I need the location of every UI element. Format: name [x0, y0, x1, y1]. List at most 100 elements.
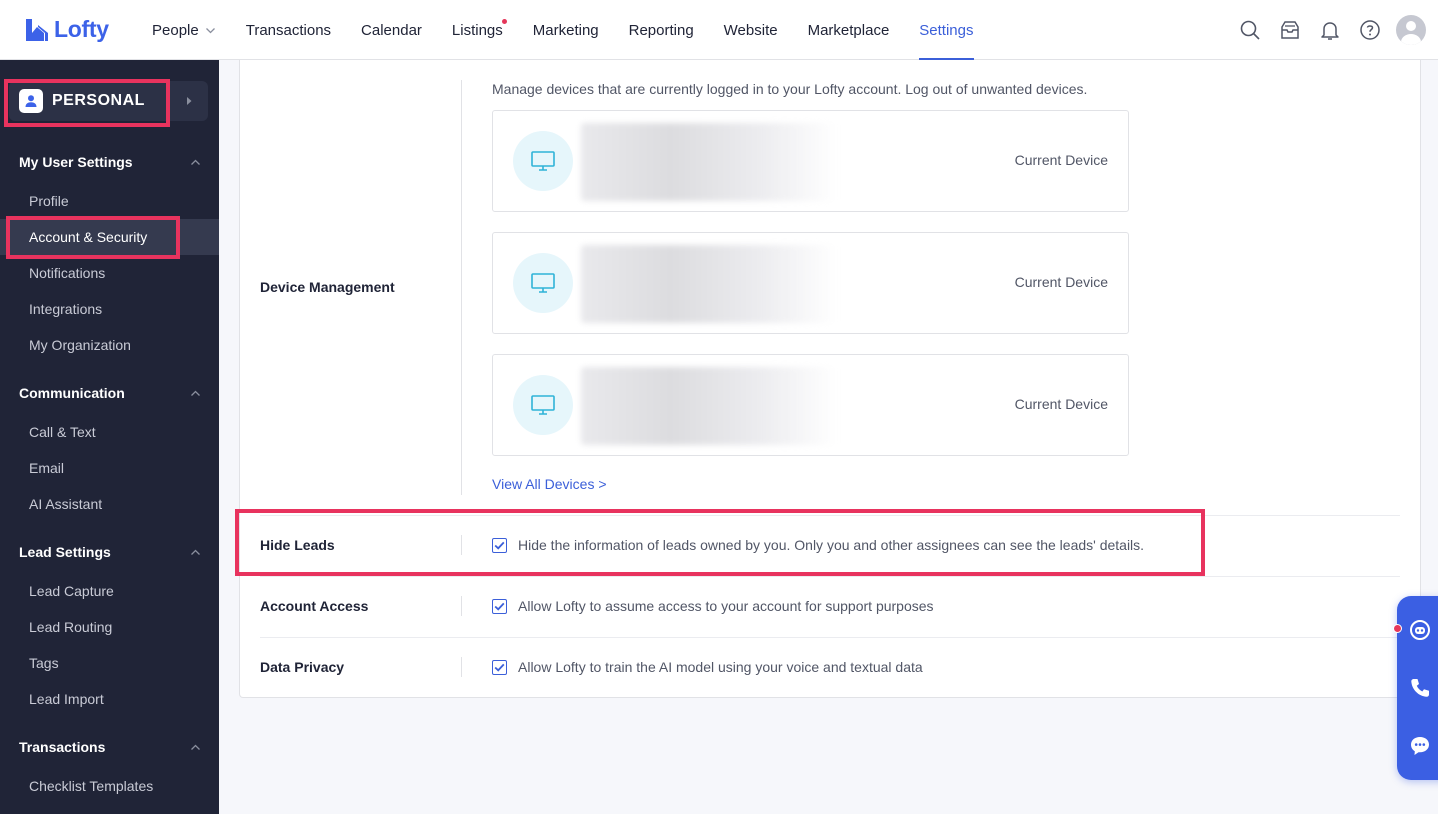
- top-navbar: Lofty People Transactions Calendar Listi…: [0, 0, 1438, 61]
- data-privacy-label: Data Privacy: [260, 659, 345, 675]
- sidebar-item-lead-import[interactable]: Lead Import: [0, 681, 219, 717]
- sidebar-item-label: Lead Import: [29, 691, 104, 707]
- row-divider: [461, 535, 462, 555]
- nav-calendar[interactable]: Calendar: [346, 0, 437, 60]
- nav-calendar-label: Calendar: [361, 21, 422, 39]
- nav-marketing-label: Marketing: [532, 21, 599, 39]
- row-separator: [260, 576, 1400, 577]
- sidebar-item-checklist-templates[interactable]: Checklist Templates: [0, 768, 219, 804]
- sidebar-item-label: Email: [29, 460, 65, 476]
- phone-icon[interactable]: [1408, 676, 1432, 700]
- view-all-devices-link[interactable]: View All Devices >: [492, 476, 607, 492]
- chat-icon[interactable]: [1408, 734, 1432, 758]
- sidebar-item-label: Notifications: [29, 265, 106, 281]
- persona-button[interactable]: PERSONAL: [9, 81, 166, 121]
- sidebar-item-label: Lead Capture: [29, 583, 114, 599]
- chevron-up-icon[interactable]: [190, 742, 201, 753]
- nav-marketing[interactable]: Marketing: [518, 0, 614, 60]
- row-divider: [461, 657, 462, 677]
- sidebar-item-notifications[interactable]: Notifications: [0, 255, 219, 291]
- monitor-icon: [513, 253, 573, 313]
- device-info-redacted: [581, 367, 837, 445]
- account-access-text: Allow Lofty to assume access to your acc…: [518, 598, 934, 614]
- nav-settings[interactable]: Settings: [904, 0, 988, 61]
- chevron-down-icon: [205, 27, 215, 33]
- inbox-icon[interactable]: [1270, 10, 1310, 50]
- sidebar-item-integrations[interactable]: Integrations: [0, 291, 219, 327]
- sidebar-item-my-organization[interactable]: My Organization: [0, 327, 219, 363]
- sidebar-item-call-text[interactable]: Call & Text: [0, 414, 219, 450]
- nav-marketplace-label: Marketplace: [807, 21, 890, 39]
- logo-text: Lofty: [54, 16, 109, 42]
- group-lead-settings[interactable]: Lead Settings: [19, 544, 111, 560]
- section-divider: [461, 80, 462, 495]
- monitor-icon: [513, 375, 573, 435]
- persona-expand-button[interactable]: [168, 81, 208, 121]
- hide-leads-text: Hide the information of leads owned by y…: [518, 537, 1145, 553]
- nav-reporting[interactable]: Reporting: [614, 0, 709, 60]
- nav-marketplace[interactable]: Marketplace: [793, 0, 905, 60]
- account-access-label: Account Access: [260, 598, 369, 614]
- sidebar-item-label: Checklist Templates: [29, 778, 154, 794]
- account-access-checkbox[interactable]: [492, 599, 507, 614]
- sidebar-item-label: Integrations: [29, 301, 103, 317]
- sidebar-item-label: Call & Text: [29, 424, 96, 440]
- search-icon[interactable]: [1230, 10, 1270, 50]
- caret-right-icon: [186, 97, 191, 105]
- sidebar-item-account-security[interactable]: Account & Security: [0, 219, 219, 255]
- hide-leads-checkbox[interactable]: [492, 538, 507, 553]
- persona-switcher: PERSONAL: [9, 81, 208, 121]
- chevron-up-icon[interactable]: [190, 157, 201, 168]
- nav-transactions[interactable]: Transactions: [231, 0, 346, 60]
- data-privacy-checkbox[interactable]: [492, 660, 507, 675]
- nav-people[interactable]: People: [137, 0, 231, 60]
- settings-sidebar: PERSONAL My User Settings Profile Accoun…: [0, 60, 219, 814]
- checkmark-icon: [494, 541, 505, 550]
- nav-website-label: Website: [723, 21, 778, 39]
- device-info-redacted: [581, 123, 837, 201]
- checkmark-icon: [494, 602, 505, 611]
- nav-listings-label: Listings: [451, 21, 503, 39]
- sidebar-item-email[interactable]: Email: [0, 450, 219, 486]
- notification-dot: [501, 19, 507, 24]
- group-communication[interactable]: Communication: [19, 385, 125, 401]
- sidebar-item-label: Tags: [29, 655, 59, 671]
- sidebar-item-lead-routing[interactable]: Lead Routing: [0, 609, 219, 645]
- sidebar-item-label: AI Assistant: [29, 496, 103, 512]
- row-divider: [461, 596, 462, 616]
- sidebar-item-ai-assistant[interactable]: AI Assistant: [0, 486, 219, 522]
- top-right-icons: [1230, 0, 1438, 60]
- group-my-user-settings[interactable]: My User Settings: [19, 154, 133, 170]
- monitor-icon: [513, 131, 573, 191]
- row-separator: [260, 515, 1400, 516]
- nav-website[interactable]: Website: [709, 0, 793, 60]
- support-widget: [1397, 596, 1438, 780]
- sidebar-item-profile[interactable]: Profile: [0, 183, 219, 219]
- bell-icon[interactable]: [1310, 10, 1350, 50]
- device-status: Current Device: [1014, 274, 1108, 290]
- sidebar-item-lead-capture[interactable]: Lead Capture: [0, 573, 219, 609]
- device-card: Current Device: [492, 354, 1129, 456]
- user-icon: [19, 89, 43, 113]
- device-management-label: Device Management: [260, 279, 395, 295]
- chevron-up-icon[interactable]: [190, 547, 201, 558]
- nav-transactions-label: Transactions: [245, 21, 332, 39]
- device-info-redacted: [581, 245, 837, 323]
- assistant-bot-icon[interactable]: [1408, 618, 1432, 642]
- lofty-logo[interactable]: Lofty: [24, 16, 109, 43]
- help-icon[interactable]: [1350, 10, 1390, 50]
- main-nav: People Transactions Calendar Listings Ma…: [137, 0, 989, 61]
- chevron-up-icon[interactable]: [190, 388, 201, 399]
- sidebar-item-tags[interactable]: Tags: [0, 645, 219, 681]
- hide-leads-label: Hide Leads: [260, 537, 335, 553]
- device-card: Current Device: [492, 110, 1129, 212]
- nav-reporting-label: Reporting: [628, 21, 694, 39]
- device-status: Current Device: [1014, 152, 1108, 168]
- sidebar-item-label: Lead Routing: [29, 619, 113, 635]
- nav-listings[interactable]: Listings: [437, 0, 518, 60]
- group-transactions[interactable]: Transactions: [19, 739, 105, 755]
- avatar[interactable]: [1396, 15, 1426, 45]
- device-card: Current Device: [492, 232, 1129, 334]
- checkmark-icon: [494, 663, 505, 672]
- nav-settings-label: Settings: [919, 21, 974, 39]
